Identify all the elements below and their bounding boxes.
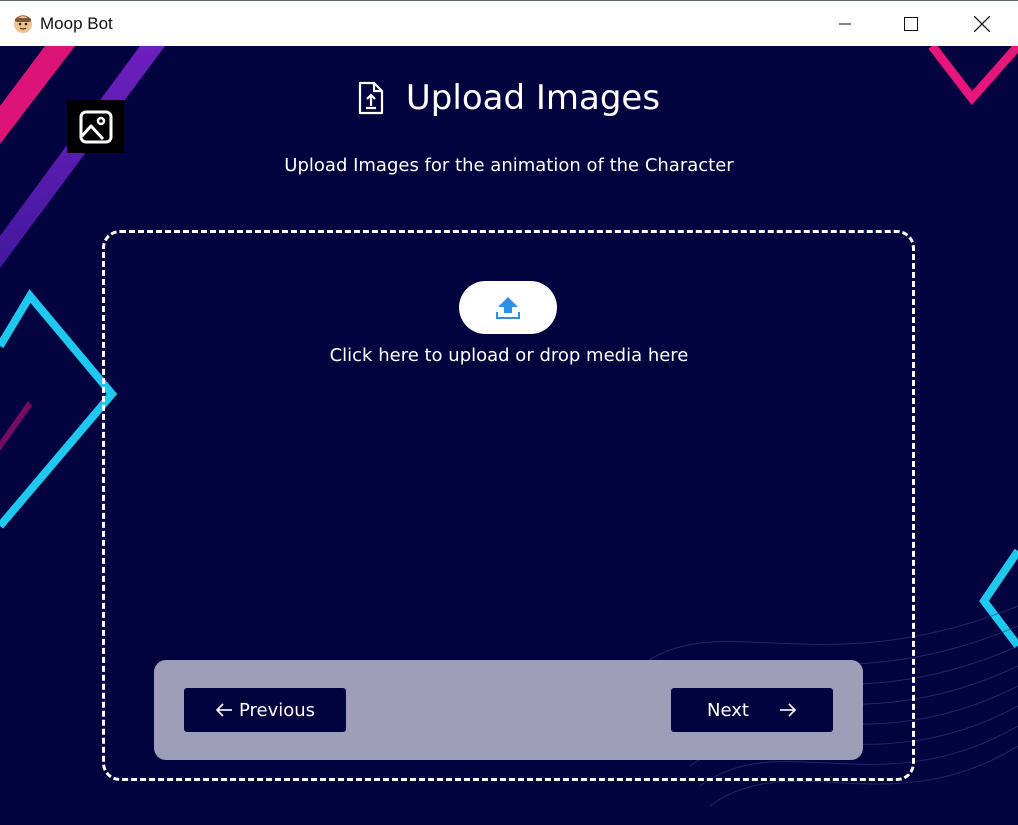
next-label: Next (707, 699, 749, 721)
upload-button[interactable] (459, 281, 557, 334)
title-bar: Moop Bot (0, 0, 1018, 46)
close-button[interactable] (947, 1, 1017, 46)
previous-label: Previous (238, 699, 316, 721)
page-header: Upload Images (0, 78, 1018, 119)
arrow-right-icon (779, 703, 797, 717)
previous-button[interactable]: Previous (184, 688, 346, 732)
upload-arrow-icon (496, 296, 520, 319)
maximize-icon (904, 16, 918, 31)
close-icon (974, 15, 990, 32)
next-button[interactable]: Next (671, 688, 833, 732)
maximize-button[interactable] (876, 1, 946, 46)
minimize-button[interactable] (810, 1, 880, 46)
file-upload-icon (358, 81, 384, 115)
upload-prompt: Click here to upload or drop media here (329, 345, 689, 366)
minimize-icon (839, 23, 851, 24)
arrow-left-icon (215, 703, 232, 717)
window-title: Moop Bot (40, 14, 113, 33)
page-subtitle: Upload Images for the animation of the C… (284, 155, 734, 176)
bot-face-icon (12, 12, 34, 34)
app-window: Moop Bot Upload Images Upload Images for… (0, 0, 1018, 825)
page-title: Upload Images (405, 78, 661, 118)
